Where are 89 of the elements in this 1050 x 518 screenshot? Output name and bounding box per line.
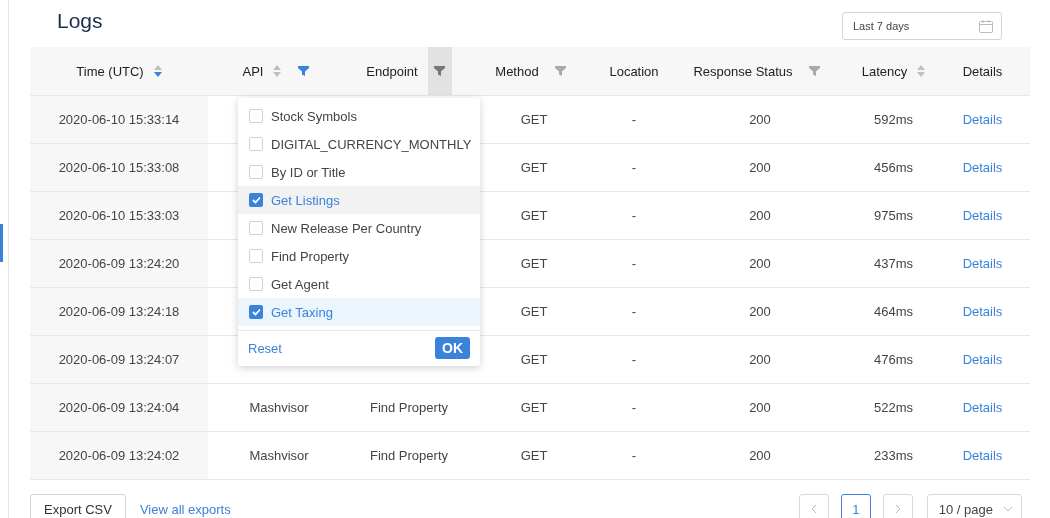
column-label: API: [242, 63, 264, 79]
sort-icon[interactable]: [153, 65, 162, 77]
table-cell: -: [631, 448, 637, 463]
table-cell: -: [631, 400, 637, 415]
details-link[interactable]: Details: [962, 160, 1003, 175]
table-cell: 522ms: [874, 400, 913, 415]
column-label: Time (UTC): [76, 63, 144, 79]
calendar-icon: [979, 19, 993, 33]
table-cell: GET: [520, 160, 548, 175]
table-cell: 437ms: [874, 256, 913, 271]
details-link[interactable]: Details: [962, 448, 1003, 463]
table-cell: Find Property: [369, 448, 448, 463]
table-cell: GET: [520, 256, 548, 271]
table-cell: 456ms: [874, 160, 913, 175]
table-cell: 464ms: [874, 304, 913, 319]
chevron-left-icon: [810, 504, 817, 514]
table-cell: 233ms: [874, 448, 913, 463]
column-label: Details: [962, 63, 1003, 79]
filter-option[interactable]: Get Listings: [238, 186, 480, 214]
nav-indicator: [0, 224, 3, 262]
filter-option[interactable]: New Release Per Country: [238, 214, 480, 242]
table-cell: 2020-06-09 13:24:20: [58, 256, 180, 271]
table-cell: GET: [520, 304, 548, 319]
page-title: Logs: [57, 8, 103, 34]
page-size-select[interactable]: 10 / page: [926, 494, 1022, 518]
table-cell: 2020-06-09 13:24:18: [58, 304, 180, 319]
table-cell: 592ms: [874, 112, 913, 127]
column-label: Location: [609, 63, 659, 79]
table-cell: -: [631, 112, 637, 127]
table-cell: GET: [520, 112, 548, 127]
table-cell: Find Property: [369, 400, 448, 415]
filter-option[interactable]: DIGITAL_CURRENCY_MONTHLY: [238, 130, 480, 158]
table-cell: 2020-06-09 13:24:04: [58, 400, 180, 415]
sort-icon[interactable]: [917, 65, 926, 77]
table-cell: GET: [520, 352, 548, 367]
reset-link[interactable]: Reset: [248, 340, 282, 356]
table-cell: 200: [749, 160, 771, 175]
filter-option[interactable]: Get Taxing: [238, 298, 480, 326]
filter-option[interactable]: By ID or Title: [238, 158, 480, 186]
table-cell: -: [631, 304, 637, 319]
filter-option[interactable]: Find Property: [238, 242, 480, 270]
column-label: Method: [495, 63, 539, 79]
table-cell: 200: [749, 208, 771, 223]
filter-option[interactable]: Get Agent: [238, 270, 480, 298]
table-cell: GET: [520, 448, 548, 463]
filter-icon[interactable]: [427, 47, 452, 95]
table-cell: -: [631, 256, 637, 271]
export-csv-button[interactable]: Export CSV: [30, 494, 126, 518]
table-cell: -: [631, 352, 637, 367]
details-link[interactable]: Details: [962, 112, 1003, 127]
sort-icon[interactable]: [273, 65, 282, 77]
details-link[interactable]: Details: [962, 352, 1003, 367]
column-label: Latency: [861, 63, 908, 79]
table-cell: -: [631, 208, 637, 223]
table-cell: 2020-06-09 13:24:02: [58, 448, 180, 463]
chevron-right-icon: [894, 504, 901, 514]
table-cell: 2020-06-10 15:33:14: [58, 112, 180, 127]
date-range-field[interactable]: Last 7 days: [842, 12, 1002, 40]
ok-button[interactable]: OK: [435, 337, 470, 359]
table-cell: Mashvisor: [249, 448, 309, 463]
checkbox[interactable]: [249, 305, 263, 319]
table-cell: GET: [520, 208, 548, 223]
table-cell: 200: [749, 112, 771, 127]
column-label: Endpoint: [366, 63, 418, 79]
chevron-down-icon: [1003, 506, 1013, 512]
table-cell: -: [631, 160, 637, 175]
column-label: Response Status: [693, 63, 793, 79]
table-cell: 200: [749, 256, 771, 271]
table-cell: 2020-06-10 15:33:03: [58, 208, 180, 223]
table-cell: 975ms: [874, 208, 913, 223]
table-cell: 2020-06-10 15:33:08: [58, 160, 180, 175]
details-link[interactable]: Details: [962, 256, 1003, 271]
page-button[interactable]: 1: [840, 494, 871, 518]
table-cell: Mashvisor: [249, 400, 309, 415]
table-cell: 2020-06-09 13:24:07: [58, 352, 180, 367]
table-cell: 200: [749, 448, 771, 463]
table-cell: 200: [749, 400, 771, 415]
checkbox[interactable]: [249, 193, 263, 207]
table-cell: 200: [749, 304, 771, 319]
table-cell: 476ms: [874, 352, 913, 367]
details-link[interactable]: Details: [962, 208, 1003, 223]
details-link[interactable]: Details: [962, 400, 1003, 415]
table-cell: GET: [520, 400, 548, 415]
filter-option[interactable]: Stock Symbols: [238, 102, 480, 130]
previous-page-button[interactable]: [798, 494, 829, 518]
next-page-button[interactable]: [882, 494, 913, 518]
table-cell: 200: [749, 352, 771, 367]
details-link[interactable]: Details: [962, 304, 1003, 319]
view-exports-link[interactable]: View all exports: [139, 501, 231, 517]
